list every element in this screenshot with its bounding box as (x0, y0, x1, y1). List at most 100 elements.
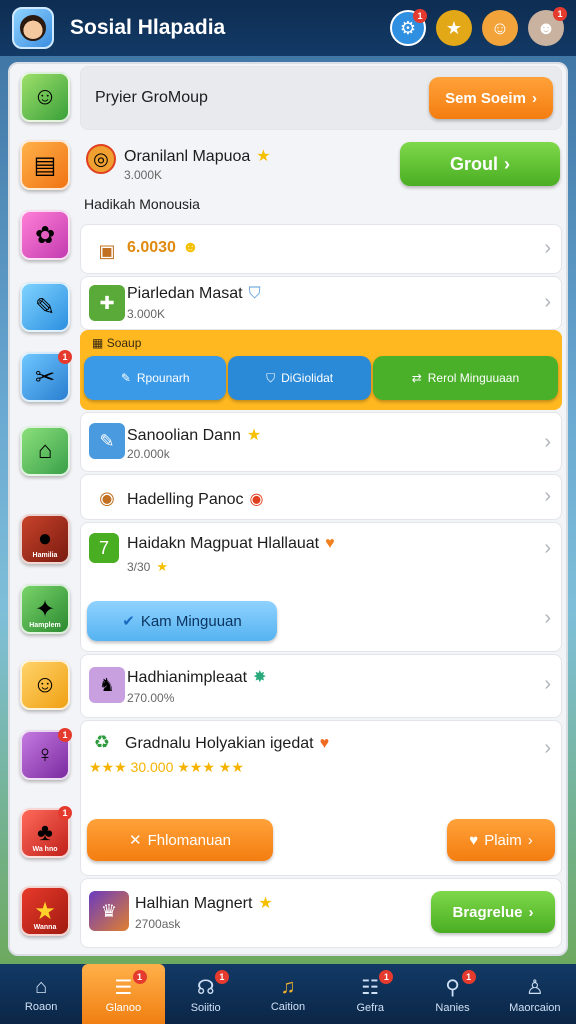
upgrade-button[interactable]: Bragrelue › (431, 891, 555, 933)
menu-icon: ☰ (114, 976, 133, 999)
chevron-right-icon: › (544, 673, 551, 695)
heart-icon: ♥ (325, 535, 335, 552)
rail-face-icon[interactable]: ☺ (20, 660, 70, 710)
star-icon: ★ (256, 148, 271, 165)
rail-food-icon[interactable]: ● Hamilia (20, 514, 70, 564)
tab-mingguan[interactable]: ⇄ Rerol Minguuaan (372, 356, 558, 400)
group-label: Pryier GroMoup (95, 89, 208, 106)
person-icon: ♙ (525, 976, 544, 999)
chevron-right-icon: › (544, 737, 551, 759)
list-item[interactable]: ✎ Sanoolian Dann ★ 20.000k › (80, 412, 562, 472)
rail-avatar-icon[interactable]: ☺ (20, 72, 70, 122)
rail-tickets-icon[interactable]: ▤ (20, 140, 70, 190)
rail-wrench-icon[interactable]: ✂ 1 (20, 350, 72, 402)
smile-icon: ☺ (490, 17, 510, 38)
list-item[interactable]: ✚ Piarledan Masat ⛉ 3.000K › (80, 276, 562, 330)
main-panel: ☺ ▤ ✿ ✎ ✂ 1 ⌂ ● Hamilia ✦ Hamplem ☺ ♀ 1 ♣ 1 Wa… (8, 62, 568, 956)
list-item[interactable]: ▣ 6.0030 ☻ › (80, 224, 562, 274)
app-title: Sosial Hlapadia (70, 16, 226, 39)
top-bar: Sosial Hlapadia ⚙ 1 ★ ☺ ☻ 1 (0, 0, 576, 56)
notification-badge: 1 (132, 970, 147, 984)
chevron-right-icon: › (544, 237, 551, 259)
emoji-button[interactable]: ☺ (482, 10, 518, 46)
sparkle-icon: ✸ (253, 669, 267, 686)
group-header: Pryier GroMoup Sem Soeim › (80, 66, 562, 130)
notification-badge: 1 (413, 9, 427, 23)
game-icon: ♞ (89, 667, 125, 703)
nav-profile[interactable]: ♙ Maorcaion (494, 964, 576, 1024)
nav-notifications[interactable]: ♫ Caition (247, 964, 329, 1024)
claim-button[interactable]: ♥ Plaim › (447, 819, 555, 861)
pencil-icon: ✎ (89, 423, 125, 459)
gear-icon: ⚙ (399, 17, 417, 38)
rail-house-icon[interactable]: ⌂ (20, 426, 70, 476)
home-icon: ⌂ (35, 975, 48, 998)
star-icon: ★ (156, 559, 169, 574)
feature-row[interactable]: ◎ Oranilanl Mapuoa ★ 3.000K Groul › Hadika… (80, 134, 562, 226)
search-button[interactable]: Sem Soeim › (429, 77, 553, 119)
close-icon: ✕ (129, 832, 142, 849)
bell-icon: ♫ (280, 975, 296, 998)
profile-button[interactable]: ☻ 1 (528, 7, 567, 46)
basket-icon: ◉ (99, 487, 115, 508)
shield-icon: ⛉ (248, 285, 261, 302)
heart-icon: ♥ (319, 735, 330, 752)
rail-tools-icon[interactable]: ✎ (20, 282, 70, 332)
search-icon: ⚲ (445, 976, 460, 999)
chevron-right-icon: › (527, 831, 533, 849)
headset-icon: ☊ (196, 976, 215, 999)
rail-character-icon[interactable]: ✿ (20, 210, 70, 260)
chevron-right-icon: › (544, 485, 551, 507)
list-item[interactable]: ♞ Hadhianimpleaat ✸ 270.00% › (80, 654, 562, 718)
fhlomanuan-button[interactable]: ✕ Fhlomanuan (87, 819, 273, 861)
rail-bat-icon[interactable]: ✦ Hamplem (20, 584, 70, 634)
coin-icon: ◉ (249, 491, 264, 508)
number-seven-icon: 7 (89, 533, 119, 563)
rail-girl-icon[interactable]: ♀ 1 (20, 728, 72, 780)
mingguan-button[interactable]: ✔ Kam Minguuan (87, 601, 277, 641)
game-art-icon: ♛ (89, 891, 129, 931)
star-icon: ★ (445, 17, 463, 38)
chevron-right-icon: › (544, 537, 551, 559)
medal-icon: ◎ (86, 144, 116, 174)
notification-badge: 1 (553, 7, 567, 21)
rail-star-icon[interactable]: ★ Wanna (20, 886, 70, 936)
game-icon: ✚ (89, 285, 125, 321)
chevron-right-icon: › (504, 153, 510, 174)
chevron-right-icon: › (528, 903, 534, 921)
nav-search[interactable]: ⚲ Nanies 1 (411, 964, 493, 1024)
nav-home[interactable]: ⌂ Roaon (0, 964, 82, 1024)
chevron-right-icon: › (544, 607, 551, 629)
rail-animal-icon[interactable]: ♣ 1 Wa hno (20, 806, 72, 858)
star-icon: ★ (258, 895, 273, 912)
bottom-nav: ⌂ Roaon ☰ Glanoo 1 ☊ Soiitio 1 ♫ Caition… (0, 964, 576, 1024)
chevron-right-icon: › (531, 89, 537, 107)
recycle-icon: ♻ (93, 731, 111, 752)
user-avatar-icon: ☻ (536, 17, 556, 38)
list-item[interactable]: ♛ Halhian Magnert ★ 2700ask Bragrelue › (80, 878, 562, 948)
nav-support[interactable]: ☊ Soiitio 1 (165, 964, 247, 1024)
check-icon: ✔ (122, 613, 135, 630)
nav-list[interactable]: ☷ Gefra 1 (329, 964, 411, 1024)
notification-badge: 1 (461, 970, 476, 984)
list-icon: ☷ (361, 976, 380, 999)
shield-icon: ⛉ (266, 370, 276, 385)
settings-button[interactable]: ⚙ 1 (390, 9, 427, 46)
chevron-right-icon: › (544, 431, 551, 453)
list-item[interactable]: ♻ Gradnalu Holyakian igedat ♥ ★★★ 30.000 … (80, 720, 562, 876)
star-icon: ★ (246, 427, 262, 444)
list-item[interactable]: ◉ Hadelling Panoc ◉ › (80, 474, 562, 520)
tab-research[interactable]: ✎ Rpounarh (84, 356, 227, 400)
left-rail: ☺ ▤ ✿ ✎ ✂ 1 ⌂ ● Hamilia ✦ Hamplem ☺ ♀ 1 ♣ 1 Wa… (14, 68, 74, 952)
group-button[interactable]: Groul › (400, 142, 560, 186)
section-label: Hadikah Monousia (84, 196, 200, 212)
tab-digital[interactable]: ⛉ DiGiolidat (228, 356, 371, 400)
coin-icon: ☻ (181, 239, 199, 256)
heart-icon: ♥ (469, 831, 479, 849)
list-item[interactable]: 7 Haidakn Magpuat Hlallauat ♥ 3/30 ★ › ✔ Ka… (80, 522, 562, 652)
favorites-button[interactable]: ★ (436, 10, 472, 46)
app-avatar-icon[interactable] (12, 7, 54, 49)
banner: ▦ Soaup ✎ Rpounarh ⛉ DiGiolidat ⇄ Rerol Min… (80, 330, 562, 410)
box-icon: ▦ (92, 336, 104, 350)
nav-menu[interactable]: ☰ Glanoo 1 (82, 964, 165, 1024)
